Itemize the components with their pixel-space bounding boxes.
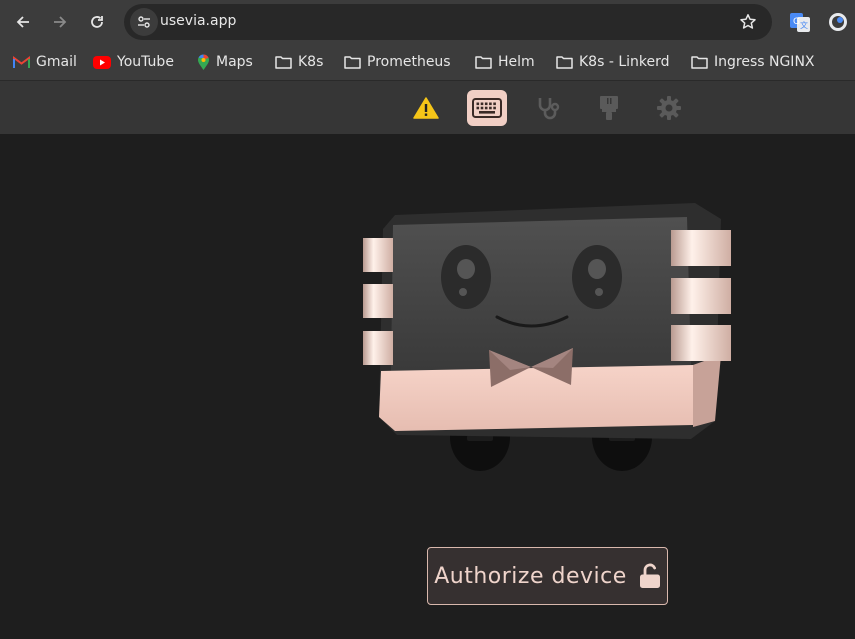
forward-arrow-icon xyxy=(54,16,67,28)
authorize-device-button[interactable]: Authorize device xyxy=(427,547,668,605)
reload-button[interactable] xyxy=(83,8,111,36)
bookmark-label: Helm xyxy=(498,54,535,70)
bookmark-folder-prometheus[interactable]: Prometheus xyxy=(344,50,451,74)
back-arrow-icon xyxy=(16,16,29,28)
test-tab[interactable] xyxy=(528,90,568,126)
bookmark-gmail[interactable]: Gmail xyxy=(13,50,77,74)
bookmark-youtube[interactable]: YouTube xyxy=(93,50,174,74)
bookmarks-bar: Gmail YouTube Maps K8s Prometheus Helm K… xyxy=(0,44,855,80)
gear-icon xyxy=(657,96,681,120)
svg-text:G: G xyxy=(793,17,800,27)
profile-extension-icon xyxy=(829,13,847,31)
design-tab[interactable] xyxy=(589,90,629,126)
folder-icon xyxy=(275,56,292,69)
bookmark-maps[interactable]: Maps xyxy=(197,50,253,74)
authorize-device-label: Authorize device xyxy=(434,563,627,589)
unlock-icon xyxy=(639,563,660,588)
forward-button[interactable] xyxy=(46,8,74,36)
site-info-button[interactable] xyxy=(130,8,158,36)
gmail-icon xyxy=(13,55,30,68)
youtube-icon xyxy=(93,55,111,69)
profile-extension[interactable] xyxy=(827,11,849,33)
bookmark-folder-k8s[interactable]: K8s xyxy=(275,50,323,74)
bookmark-label: Prometheus xyxy=(367,54,451,70)
paintbrush-icon xyxy=(600,96,618,120)
stethoscope-icon xyxy=(538,98,560,120)
warning-icon xyxy=(413,97,439,119)
folder-icon xyxy=(344,56,361,69)
errors-button[interactable] xyxy=(406,90,446,126)
bookmark-star-button[interactable] xyxy=(736,10,760,34)
bookmark-label: Gmail xyxy=(36,54,77,70)
bookmark-label: Ingress NGINX xyxy=(714,54,815,70)
translate-extension[interactable]: G 文 xyxy=(789,11,811,33)
configure-tab[interactable] xyxy=(467,90,507,126)
folder-icon xyxy=(556,56,573,69)
google-translate-icon: G 文 xyxy=(790,13,810,32)
via-robot-mascot xyxy=(363,203,731,471)
bookmark-label: YouTube xyxy=(117,54,174,70)
bookmark-label: K8s - Linkerd xyxy=(579,54,670,70)
browser-toolbar: usevia.app G 文 xyxy=(0,0,855,44)
maps-icon xyxy=(198,54,209,70)
keyboard-icon xyxy=(472,98,502,118)
bookmark-folder-k8s-linkerd[interactable]: K8s - Linkerd xyxy=(556,50,670,74)
reload-icon xyxy=(91,16,103,28)
folder-icon xyxy=(475,56,492,69)
address-bar[interactable]: usevia.app xyxy=(124,4,772,40)
bookmark-label: K8s xyxy=(298,54,324,70)
star-icon xyxy=(740,14,756,29)
settings-tab[interactable] xyxy=(649,90,689,126)
tune-icon xyxy=(138,16,150,28)
app-header xyxy=(0,80,855,135)
bookmark-folder-ingress-nginx[interactable]: Ingress NGINX xyxy=(691,50,815,74)
bookmark-folder-helm[interactable]: Helm xyxy=(475,50,535,74)
url-text[interactable]: usevia.app xyxy=(160,13,236,29)
svg-text:文: 文 xyxy=(800,20,808,30)
bookmark-label: Maps xyxy=(216,54,253,70)
back-button[interactable] xyxy=(9,8,37,36)
folder-icon xyxy=(691,56,708,69)
